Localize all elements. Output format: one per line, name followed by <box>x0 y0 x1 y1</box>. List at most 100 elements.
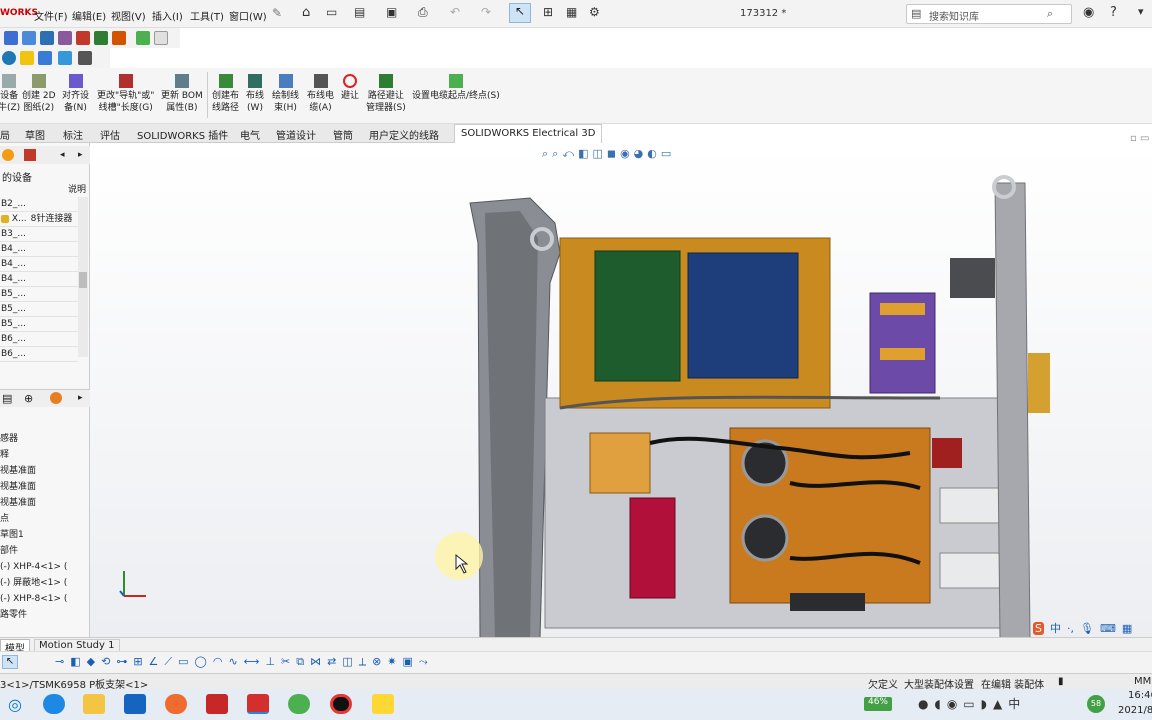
tree-item[interactable]: (-) 屏蔽地<1> ( <box>0 577 67 589</box>
battery-indicator[interactable]: 46% <box>864 697 892 711</box>
tree-item[interactable]: 视基准面 <box>0 497 36 509</box>
tree-item[interactable]: 感器 <box>0 433 18 445</box>
ime-toolbar[interactable]: S 中 ·, 🎙 ⌨ ▦ <box>1030 620 1152 636</box>
list-item[interactable]: B5_... <box>0 317 78 332</box>
tree-item[interactable]: 路零件 <box>0 609 27 621</box>
home-icon[interactable]: ⌂ <box>302 5 310 20</box>
tree-item[interactable]: 点 <box>0 513 9 525</box>
tab-markup[interactable]: 标注 <box>63 127 83 142</box>
appearance-icon[interactable] <box>2 149 14 161</box>
tree-item[interactable]: 部件 <box>0 545 18 557</box>
list-item[interactable]: B5_... <box>0 287 78 302</box>
save-icon[interactable]: ▣ <box>386 5 397 19</box>
list-item[interactable]: B4_... <box>0 272 78 287</box>
config-manager-icon[interactable]: ⊕ <box>24 392 33 405</box>
cm-align-device[interactable]: 对齐设 备(N) <box>62 74 89 114</box>
route-icon[interactable] <box>58 31 72 45</box>
ime-punctuation[interactable]: ·, <box>1067 622 1074 635</box>
tools-icon[interactable] <box>78 51 92 65</box>
open-folder-icon[interactable]: ▤ <box>354 5 365 19</box>
menu-edit[interactable]: 编辑(E) <box>72 8 106 23</box>
table-icon[interactable] <box>94 31 108 45</box>
tab-scroll-left-icon[interactable]: ◂ <box>60 150 65 160</box>
edge-browser-icon[interactable] <box>43 694 65 714</box>
list-item[interactable]: B6_... <box>0 347 78 362</box>
select-pointer-icon[interactable]: ↖ <box>509 3 531 23</box>
tab-addins[interactable]: SOLIDWORKS 插件 <box>137 127 228 142</box>
chrome-icon[interactable] <box>288 694 310 714</box>
tab-electrical-3d[interactable]: SOLIDWORKS Electrical 3D <box>454 124 603 143</box>
cm-avoidance-manager[interactable]: 路径避让 管理器(S) <box>366 74 406 114</box>
globe-icon[interactable] <box>2 51 16 65</box>
cm-change-rail-length[interactable]: 更改"导轨"或" 线槽"长度(G) <box>97 74 154 114</box>
tab-scroll-right-icon[interactable]: ▸ <box>78 150 83 160</box>
cm-update-bom[interactable]: 更新 BOM 属性(B) <box>161 74 203 114</box>
rebuild-status-icon[interactable]: ▮ <box>1058 676 1064 687</box>
list-scrollbar[interactable] <box>78 197 88 357</box>
select-tool-icon[interactable]: ↖ <box>2 655 18 669</box>
menu-file[interactable]: 文件(F) <box>34 8 68 23</box>
solidworks-icon[interactable] <box>247 694 269 714</box>
search-icon[interactable]: ⌕ <box>1047 7 1053 21</box>
tree-item[interactable]: 草图1 <box>0 529 24 541</box>
pin-icon[interactable]: ✎ <box>272 6 282 20</box>
tab-evaluate[interactable]: 评估 <box>100 127 120 142</box>
layer-icon[interactable] <box>4 31 18 45</box>
keyboard-icon[interactable]: ⌨ <box>1100 622 1116 635</box>
clock-time[interactable]: 16:46 <box>1128 690 1152 701</box>
help-icon[interactable]: ? <box>1110 5 1117 20</box>
tab-layout[interactable]: 局 <box>0 127 10 142</box>
tab-sketch[interactable]: 草图 <box>25 127 45 142</box>
search-box[interactable]: ▤ 搜索知识库 ⌕ <box>906 4 1072 24</box>
options-gear-icon[interactable]: ⚙ <box>589 5 600 19</box>
menu-tools[interactable]: 工具(T) <box>190 8 224 23</box>
list-item[interactable]: B2_... <box>0 197 78 212</box>
system-tray[interactable]: ●◖◉▭◗▲中 <box>918 695 1026 712</box>
list-item[interactable]: B4_... <box>0 257 78 272</box>
list-item[interactable]: B3_... <box>0 227 78 242</box>
menu-view[interactable]: 视图(V) <box>111 8 146 23</box>
tree-item[interactable]: 视基准面 <box>0 465 36 477</box>
tree-item[interactable]: 释 <box>0 449 9 461</box>
electrical-tab-icon[interactable] <box>24 149 36 161</box>
ime-menu-icon[interactable]: ▦ <box>1122 622 1132 635</box>
tab-tubing[interactable]: 管筒 <box>333 127 353 142</box>
cm-avoid[interactable]: 避让 <box>341 74 359 102</box>
cortana-icon[interactable]: ◎ <box>8 695 32 714</box>
report-icon[interactable] <box>112 31 126 45</box>
mail-icon[interactable] <box>124 694 146 714</box>
file-explorer-icon[interactable] <box>83 694 105 714</box>
cable-icon[interactable] <box>40 31 54 45</box>
file-properties-icon[interactable]: ▦ <box>566 5 577 19</box>
cm-route-cables[interactable]: 布线电 缆(A) <box>307 74 334 114</box>
list-item[interactable]: X... 8针连接器 <box>0 212 78 227</box>
cm-create-2d-drawing[interactable]: 创建 2D 图纸(2) <box>22 74 56 114</box>
solidworks-electrical-icon[interactable] <box>206 694 228 714</box>
status-units[interactable]: MM <box>1134 676 1151 687</box>
print-icon[interactable]: ⎙ <box>418 5 428 20</box>
cm-draw-harness[interactable]: 绘制线 束(H) <box>272 74 299 114</box>
tree-item[interactable]: (-) XHP-8<1> ( <box>0 593 67 605</box>
undo-icon[interactable]: ↶ <box>450 5 460 19</box>
list-item[interactable]: B4_... <box>0 242 78 257</box>
tab-user-routing[interactable]: 用户定义的线路 <box>369 127 439 142</box>
sogou-ime-icon[interactable]: S <box>1033 622 1044 635</box>
new-document-icon[interactable]: ▭ <box>326 5 337 19</box>
tree-item[interactable]: 视基准面 <box>0 481 36 493</box>
cm-create-route-path[interactable]: 创建布 线路径 <box>212 74 239 114</box>
assembly-model[interactable] <box>90 143 1152 638</box>
component-icon[interactable] <box>136 31 150 45</box>
redo-icon[interactable]: ↷ <box>481 5 491 19</box>
book-icon[interactable] <box>76 31 90 45</box>
mark-icon[interactable] <box>154 31 168 45</box>
list-item[interactable]: B5_... <box>0 302 78 317</box>
list-item[interactable]: B6_... <box>0 332 78 347</box>
ime-language[interactable]: 中 <box>1050 620 1061 636</box>
recorder-icon[interactable] <box>330 694 352 714</box>
menu-insert[interactable]: 插入(I) <box>152 8 183 23</box>
graphics-area[interactable]: ⌕⌕⤺◧◫◼◉◕◐▭ ▫ ▭ S 中 ·, 🎙 ⌨ ▦ <box>90 133 1152 638</box>
display-manager-icon[interactable] <box>50 392 62 404</box>
scrollbar-thumb[interactable] <box>79 272 87 288</box>
users-icon[interactable] <box>38 51 52 65</box>
microphone-icon[interactable]: 🎙 <box>1080 622 1094 635</box>
